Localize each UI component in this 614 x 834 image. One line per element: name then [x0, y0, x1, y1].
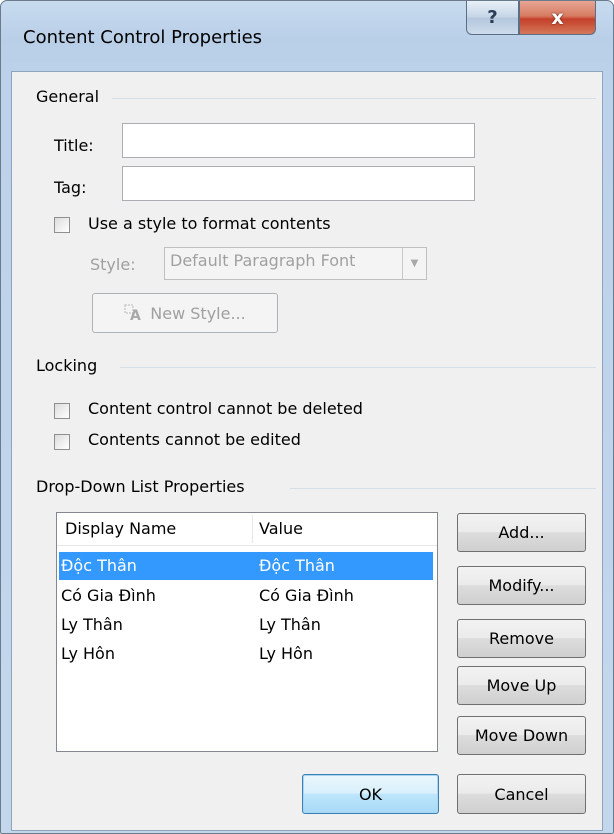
- title-bar[interactable]: Content Control Properties ? x: [1, 1, 613, 77]
- title-input[interactable]: [122, 123, 475, 158]
- general-divider: [112, 98, 596, 99]
- list-item-value: Độc Thân: [259, 556, 335, 575]
- list-item-display: Độc Thân: [61, 556, 137, 575]
- list-item-value: Ly Thân: [259, 615, 321, 634]
- cannot-edit-checkbox[interactable]: [54, 434, 70, 450]
- style-select-value: Default Paragraph Font: [170, 251, 356, 270]
- list-item-display: Ly Hôn: [61, 644, 115, 663]
- dialog-title: Content Control Properties: [23, 27, 263, 48]
- general-section-label: General: [36, 87, 106, 106]
- close-icon: x: [551, 6, 564, 29]
- list-item[interactable]: Có Gia Đình Có Gia Đình: [59, 582, 433, 610]
- dialog-body: General Title: Tag: Use a style to forma…: [11, 71, 603, 831]
- help-button[interactable]: ?: [466, 1, 519, 35]
- add-button[interactable]: Add...: [457, 513, 586, 552]
- new-style-label: New Style...: [150, 303, 246, 323]
- chevron-down-icon: ▼: [402, 248, 426, 279]
- dialog-window: Content Control Properties ? x General T…: [0, 0, 614, 834]
- cannot-delete-checkbox[interactable]: [54, 403, 70, 419]
- list-item[interactable]: Ly Hôn Ly Hôn: [59, 640, 433, 668]
- list-item-value: Có Gia Đình: [259, 586, 354, 605]
- dropdown-divider: [290, 488, 596, 489]
- close-button[interactable]: x: [519, 1, 596, 35]
- list-item[interactable]: Ly Thân Ly Thân: [59, 611, 433, 639]
- svg-text:A: A: [130, 308, 141, 322]
- tag-input[interactable]: [122, 166, 475, 201]
- use-style-checkbox[interactable]: [54, 217, 70, 233]
- column-header-value[interactable]: Value: [253, 513, 433, 545]
- cancel-button[interactable]: Cancel: [457, 774, 586, 814]
- cannot-edit-label: Contents cannot be edited: [88, 430, 301, 449]
- column-header-display-name[interactable]: Display Name: [59, 513, 251, 545]
- move-down-button[interactable]: Move Down: [457, 716, 586, 755]
- new-style-button[interactable]: A New Style...: [92, 293, 278, 333]
- list-item[interactable]: Độc Thân Độc Thân: [59, 552, 433, 580]
- list-item-display: Có Gia Đình: [61, 586, 156, 605]
- tag-label: Tag:: [54, 178, 87, 197]
- list-item-display: Ly Thân: [61, 615, 123, 634]
- title-label: Title:: [54, 136, 94, 155]
- modify-button[interactable]: Modify...: [457, 566, 586, 605]
- ok-button[interactable]: OK: [302, 774, 439, 814]
- dropdown-items-list[interactable]: Display Name Value Độc Thân Độc Thân Có …: [56, 512, 438, 752]
- locking-section-label: Locking: [36, 356, 104, 375]
- style-label: Style:: [90, 255, 136, 274]
- new-style-icon: A: [124, 304, 146, 324]
- remove-button[interactable]: Remove: [457, 619, 586, 658]
- locking-divider: [120, 367, 596, 368]
- use-style-label: Use a style to format contents: [88, 214, 331, 233]
- cannot-delete-label: Content control cannot be deleted: [88, 399, 363, 418]
- move-up-button[interactable]: Move Up: [457, 666, 586, 705]
- style-select[interactable]: Default Paragraph Font ▼: [164, 247, 427, 280]
- list-item-value: Ly Hôn: [259, 644, 313, 663]
- help-icon: ?: [487, 7, 498, 28]
- list-header: Display Name Value: [57, 513, 437, 546]
- dropdown-section-label: Drop-Down List Properties: [36, 477, 251, 496]
